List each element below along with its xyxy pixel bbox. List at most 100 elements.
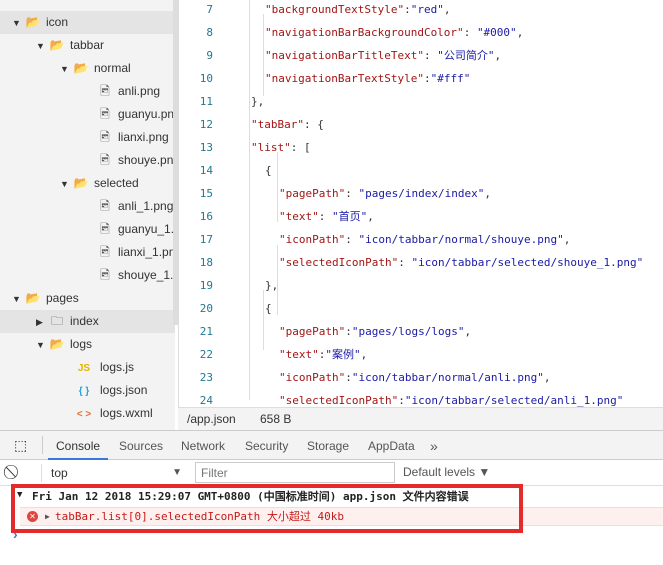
tree-item-logs-js[interactable]: JS logs.js <box>0 356 175 379</box>
tree-item-label: logs.js <box>100 360 135 374</box>
tab-network[interactable]: Network <box>181 431 225 460</box>
punctuation: : <box>398 256 412 269</box>
code-text: "selectedIconPath": "icon/tabbar/selecte… <box>279 251 643 274</box>
code-text: "list": [ <box>251 136 311 159</box>
caret-down-icon[interactable]: ▼ <box>60 58 72 81</box>
caret-down-icon[interactable]: ▼ <box>36 334 48 357</box>
caret-down-icon[interactable]: ▼ <box>60 173 72 196</box>
caret-down-icon[interactable]: ▼ <box>12 12 24 35</box>
more-tabs-button[interactable]: » <box>430 431 438 460</box>
filter-input[interactable] <box>195 462 395 483</box>
tab-appdata[interactable]: AppData <box>368 431 415 460</box>
tree-item-selected[interactable]: ▼ 📂 selected <box>0 172 175 195</box>
code-text: "navigationBarTitleText": "公司简介", <box>265 44 501 67</box>
tab-storage[interactable]: Storage <box>307 431 349 460</box>
context-select[interactable]: top ▼ <box>46 463 186 483</box>
punctuation: : <box>423 49 438 62</box>
caret-down-icon[interactable]: ▼ <box>36 35 48 58</box>
punctuation: , <box>360 348 368 361</box>
folder-open-icon: 📂 <box>73 176 89 190</box>
code-text: }, <box>251 90 264 113</box>
punctuation: { <box>265 302 272 315</box>
line-number: 7 <box>206 3 213 16</box>
punctuation: , <box>563 233 571 246</box>
tree-item-normal[interactable]: ▼ 📂 normal <box>0 57 175 80</box>
image-file-icon: 🖻 <box>100 153 110 167</box>
tree-item-icon[interactable]: ▼ 📂 icon <box>0 11 175 34</box>
tree-item-tabbar[interactable]: ▼ 📂 tabbar <box>0 34 175 57</box>
json-key: "pagePath" <box>279 325 346 338</box>
tree-item-label: guanyu_1.png <box>118 222 175 236</box>
json-key: "navigationBarTextStyle" <box>265 72 424 85</box>
tab-sources[interactable]: Sources <box>119 431 163 460</box>
code-text: "pagePath": "pages/index/index", <box>279 182 491 205</box>
tree-item-shouye-png[interactable]: 🖻 shouye.png <box>0 149 175 172</box>
json-key: "text" <box>279 210 319 223</box>
punctuation: }, <box>251 95 265 108</box>
json-string: "#000" <box>476 26 517 39</box>
json-key: "navigationBarBackgroundColor" <box>265 26 464 39</box>
tree-item-index[interactable]: ▶ 🗀 index <box>0 310 175 333</box>
folder-open-icon: 📂 <box>25 291 41 305</box>
json-string: "pages/index/index" <box>358 187 485 200</box>
code-text: "navigationBarTextStyle":"#fff" <box>265 67 470 90</box>
code-text: "selectedIconPath":"icon/tabbar/selected… <box>279 389 623 407</box>
line-number: 15 <box>199 187 213 200</box>
tree-item-anli-1-png[interactable]: 🖻 anli_1.png <box>0 195 175 218</box>
status-bar: /app.json 658 B <box>178 407 663 430</box>
tree-item-anli-png[interactable]: 🖻 anli.png <box>0 80 175 103</box>
line-number: 9 <box>206 49 213 62</box>
tree-item-logs[interactable]: ▼ 📂 logs <box>0 333 175 356</box>
caret-down-icon[interactable]: ▼ <box>12 288 24 311</box>
tree-item-pages[interactable]: ▼ 📂 pages <box>0 287 175 310</box>
divider <box>42 436 43 454</box>
line-number: 22 <box>199 348 213 361</box>
tree-item-label: shouye.png <box>118 153 175 167</box>
punctuation: : <box>345 233 359 246</box>
json-string: "案例" <box>325 348 361 361</box>
tree-item-logs-wxml[interactable]: < > logs.wxml <box>0 402 175 425</box>
indent-guide <box>277 152 278 222</box>
tree-item-lianxi-png[interactable]: 🖻 lianxi.png <box>0 126 175 149</box>
caret-right-icon[interactable]: ▶ <box>36 311 48 334</box>
code-text: "backgroundTextStyle":"red", <box>265 0 450 21</box>
tree-item-guanyu-png[interactable]: 🖻 guanyu.png <box>0 103 175 126</box>
inspect-element-icon[interactable]: ⬚ <box>14 437 27 454</box>
json-string: "icon/tabbar/normal/shouye.png" <box>358 233 564 246</box>
punctuation: , <box>484 187 491 200</box>
tree-item-label: lianxi_1.png <box>118 245 175 259</box>
tree-item-shouye-1-png[interactable]: 🖻 shouye_1.png <box>0 264 175 287</box>
json-string: "icon/tabbar/normal/anli.png" <box>351 371 544 384</box>
punctuation: , <box>464 325 472 338</box>
image-file-icon: 🖻 <box>100 107 110 121</box>
indent-guide <box>263 14 264 96</box>
chevron-down-icon: ▼ <box>172 467 182 478</box>
punctuation: , <box>443 3 451 16</box>
punctuation: : <box>423 72 431 85</box>
json-key: "backgroundTextStyle" <box>265 3 405 16</box>
tab-console[interactable]: Console <box>48 431 109 460</box>
json-string: "icon/tabbar/selected/anli_1.png" <box>404 394 624 407</box>
tree-item-label: selected <box>94 176 139 190</box>
tree-item-lianxi-1-png[interactable]: 🖻 lianxi_1.png <box>0 241 175 264</box>
tree-item-label: icon <box>46 15 69 29</box>
levels-dropdown[interactable]: Default levels ▼ <box>403 465 490 479</box>
code-editor[interactable]: 7 "backgroundTextStyle":"red", 8 "navigatio… <box>178 0 663 407</box>
image-file-icon: 🖻 <box>100 268 110 282</box>
line-number: 12 <box>199 118 213 131</box>
tree-item-logs-json[interactable]: { } logs.json <box>0 379 175 402</box>
json-string: "公司简介" <box>437 49 495 62</box>
indent-guide <box>249 0 250 400</box>
punctuation: { <box>265 164 272 177</box>
tab-security[interactable]: Security <box>245 431 288 460</box>
line-number: 13 <box>199 141 213 154</box>
folder-open-icon: 📂 <box>49 337 65 351</box>
line-number: 17 <box>199 233 213 246</box>
punctuation: : [ <box>290 141 311 154</box>
code-text: "iconPath": "icon/tabbar/normal/shouye.p… <box>279 228 570 251</box>
punctuation: : <box>345 371 352 384</box>
tree-item-guanyu-1-png[interactable]: 🖻 guanyu_1.png <box>0 218 175 241</box>
json-string: "#fff" <box>430 72 471 85</box>
json-string: "pages/logs/logs" <box>351 325 465 338</box>
tree-item-label: index <box>70 314 99 328</box>
